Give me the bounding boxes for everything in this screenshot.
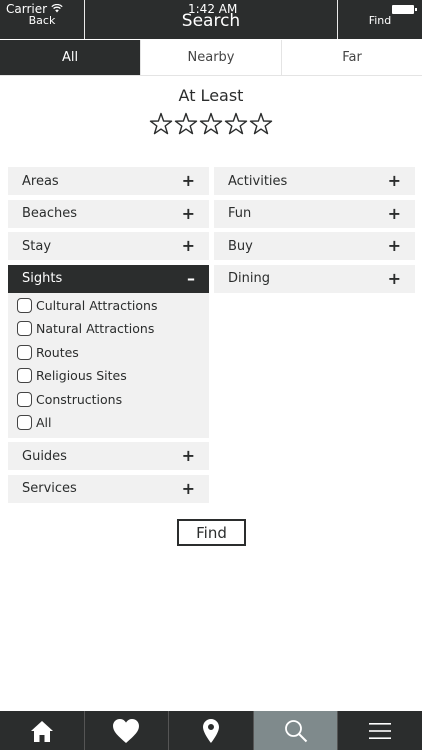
checkbox[interactable]: [17, 321, 32, 337]
home-icon: [30, 720, 53, 742]
checkbox[interactable]: [17, 391, 32, 407]
category-sights[interactable]: Sights –: [8, 264, 209, 293]
option-religious-sites[interactable]: Religious Sites: [17, 364, 209, 387]
heart-icon: [113, 718, 140, 743]
star-rating: [0, 111, 422, 137]
category-guides[interactable]: Guides +: [8, 442, 209, 471]
star-icon[interactable]: [199, 111, 223, 137]
categories-left-column: Areas + Beaches + Stay + Sights – Cultur…: [8, 167, 209, 507]
option-label: Routes: [36, 344, 79, 360]
expand-icon: +: [181, 236, 195, 256]
category-fun[interactable]: Fun +: [214, 199, 415, 228]
option-label: Cultural Attractions: [36, 297, 158, 313]
search-icon: [284, 719, 307, 742]
category-label: Services: [22, 481, 77, 497]
sights-options-panel: Cultural Attractions Natural Attractions…: [8, 292, 209, 439]
expand-icon: +: [387, 203, 401, 223]
option-routes[interactable]: Routes: [17, 341, 209, 364]
back-button[interactable]: Back: [0, 0, 84, 39]
category-activities[interactable]: Activities +: [214, 167, 415, 195]
option-constructions[interactable]: Constructions: [17, 387, 209, 410]
segment-all[interactable]: All: [0, 40, 141, 75]
star-icon[interactable]: [224, 111, 248, 137]
tab-home[interactable]: [0, 711, 85, 750]
expand-icon: +: [181, 203, 195, 223]
tab-map[interactable]: [169, 711, 254, 750]
expand-icon: +: [387, 171, 401, 190]
categories-right-column: Activities + Fun + Buy + Dining +: [214, 167, 415, 297]
checkbox[interactable]: [17, 344, 32, 360]
bottom-tab-bar: [0, 711, 422, 750]
star-icon[interactable]: [249, 111, 273, 137]
map-pin-icon: [202, 718, 219, 743]
category-label: Sights: [22, 271, 63, 287]
option-label: Natural Attractions: [36, 321, 155, 337]
segment-nearby[interactable]: Nearby: [141, 40, 282, 75]
top-navigation-bar: Carrier 1:42 AM Back Search Find: [0, 0, 422, 39]
rating-label: At Least: [178, 86, 244, 105]
distance-segmented-control: All Nearby Far: [0, 40, 422, 76]
find-nav-button[interactable]: Find: [338, 0, 422, 39]
category-label: Buy: [228, 238, 253, 254]
checkbox[interactable]: [17, 297, 32, 313]
category-services[interactable]: Services +: [8, 474, 209, 503]
tab-favorites[interactable]: [85, 711, 170, 750]
category-label: Stay: [22, 238, 52, 254]
page-title: Search: [181, 10, 241, 31]
segment-far[interactable]: Far: [282, 40, 422, 75]
checkbox[interactable]: [17, 414, 32, 430]
category-stay[interactable]: Stay +: [8, 232, 209, 261]
category-label: Fun: [228, 206, 252, 222]
option-cultural-attractions[interactable]: Cultural Attractions: [17, 294, 209, 317]
expand-icon: +: [181, 446, 195, 466]
category-beaches[interactable]: Beaches +: [8, 199, 209, 228]
category-areas[interactable]: Areas +: [8, 167, 209, 195]
category-label: Activities: [228, 173, 288, 189]
tab-search[interactable]: [253, 711, 339, 750]
tab-menu[interactable]: [338, 711, 422, 750]
option-label: All: [36, 414, 52, 430]
category-label: Areas: [22, 173, 59, 189]
option-label: Religious Sites: [36, 368, 127, 384]
expand-icon: +: [387, 236, 401, 256]
category-label: Beaches: [22, 206, 78, 222]
option-all[interactable]: All: [17, 411, 209, 434]
expand-icon: +: [181, 171, 195, 190]
menu-icon: [369, 722, 392, 739]
find-button[interactable]: Find: [177, 519, 246, 546]
option-label: Constructions: [36, 391, 123, 407]
category-buy[interactable]: Buy +: [214, 232, 415, 261]
category-dining[interactable]: Dining +: [214, 264, 415, 293]
category-label: Guides: [22, 448, 67, 464]
expand-icon: +: [181, 478, 195, 498]
checkbox[interactable]: [17, 368, 32, 384]
expand-icon: +: [387, 268, 401, 288]
option-natural-attractions[interactable]: Natural Attractions: [17, 317, 209, 340]
category-label: Dining: [228, 271, 270, 287]
star-icon[interactable]: [149, 111, 173, 137]
star-icon[interactable]: [174, 111, 198, 137]
collapse-icon: –: [187, 268, 195, 288]
